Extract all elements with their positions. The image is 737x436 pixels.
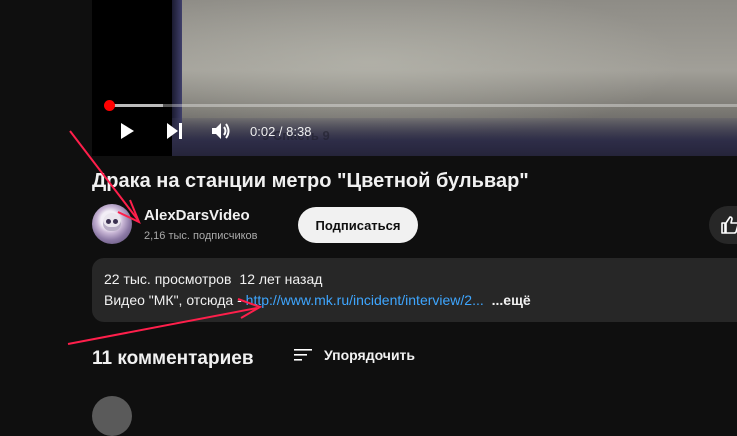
channel-name[interactable]: AlexDarsVideo [144,207,250,224]
channel-avatar[interactable] [92,204,132,244]
volume-button[interactable] [210,120,234,142]
time-display: 0:02 / 8:38 [250,124,312,139]
progress-scrubber[interactable] [103,100,115,111]
upload-age: 12 лет назад [239,271,323,287]
description-link[interactable]: http://www.mk.ru/incident/interview/2... [246,292,484,308]
left-margin [0,0,92,158]
play-button[interactable] [116,120,138,142]
skull-icon [103,213,121,231]
comment-avatar[interactable] [92,396,132,436]
sort-label: Упорядочить [324,347,416,363]
sort-icon [294,349,312,361]
description-meta: 22 тыс. просмотров 12 лет назад [104,271,330,287]
video-player[interactable]: 9 Спасть 9 0:02 / 8:38 [92,0,737,156]
thumbs-up-icon [721,216,737,234]
next-icon [167,123,182,139]
next-button[interactable] [164,120,186,142]
description-prefix: Видео "МК", отсюда - [104,292,246,308]
progress-loaded [106,104,163,107]
volume-icon [212,123,230,139]
subscriber-count: 2,16 тыс. подписчиков [144,230,258,242]
progress-bar[interactable] [103,100,737,111]
view-count: 22 тыс. просмотров [104,271,232,287]
description-text: Видео "МК", отсюда - http://www.mk.ru/in… [104,292,531,308]
sort-button[interactable]: Упорядочить [292,346,415,364]
show-more-button[interactable]: ...ещё [492,292,531,308]
subscribe-button[interactable]: Подписаться [298,207,418,243]
comments-count: 11 комментариев [92,348,254,369]
description-box[interactable]: 22 тыс. просмотров 12 лет назад Видео "МК… [92,258,737,322]
video-title: Драка на станции метро "Цветной бульвар" [92,170,529,192]
play-icon [121,123,134,139]
like-button[interactable] [709,206,737,244]
